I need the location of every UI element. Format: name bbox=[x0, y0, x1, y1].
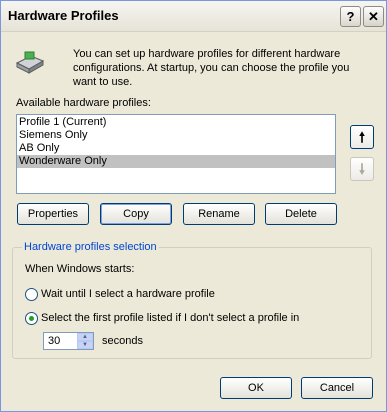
hardware-profiles-dialog: Hardware Profiles ? ✕ You can set up har… bbox=[0, 0, 387, 412]
list-item[interactable]: Siemens Only bbox=[17, 129, 335, 142]
hardware-icon bbox=[15, 51, 45, 74]
list-item[interactable]: AB Only bbox=[17, 142, 335, 155]
rename-button[interactable]: Rename bbox=[183, 203, 255, 225]
timeout-input[interactable]: 30 bbox=[48, 335, 60, 347]
delete-button[interactable]: Delete bbox=[265, 203, 337, 225]
title-bar[interactable]: Hardware Profiles ? ✕ bbox=[1, 1, 386, 32]
profiles-list-label: Available hardware profiles: bbox=[16, 97, 151, 109]
arrow-down-icon: 🠗 bbox=[358, 161, 365, 177]
spinner-buttons: ▲ ▼ bbox=[77, 333, 93, 349]
first-profile-radio[interactable] bbox=[25, 312, 38, 325]
ok-button[interactable]: OK bbox=[220, 377, 292, 399]
cancel-button[interactable]: Cancel bbox=[301, 377, 373, 399]
timeout-spinner[interactable]: 30 ▲ ▼ bbox=[43, 332, 94, 350]
list-item[interactable]: Profile 1 (Current) bbox=[17, 116, 335, 129]
move-up-button[interactable]: 🠕 bbox=[350, 125, 374, 149]
list-item-selected[interactable]: Wonderware Only bbox=[17, 155, 335, 168]
close-button[interactable]: ✕ bbox=[363, 6, 384, 27]
spin-up-icon[interactable]: ▲ bbox=[77, 333, 93, 341]
arrow-up-icon: 🠕 bbox=[358, 129, 365, 145]
intro-text: You can set up hardware profiles for dif… bbox=[73, 48, 350, 88]
window-title: Hardware Profiles bbox=[8, 8, 119, 23]
wait-radio[interactable] bbox=[25, 288, 38, 301]
wait-radio-label[interactable]: Wait until I select a hardware profile bbox=[41, 288, 215, 300]
help-button[interactable]: ? bbox=[340, 6, 361, 27]
profiles-list[interactable]: Profile 1 (Current) Siemens Only AB Only… bbox=[16, 114, 336, 194]
first-profile-radio-label[interactable]: Select the first profile listed if I don… bbox=[41, 312, 299, 324]
when-label: When Windows starts: bbox=[25, 263, 135, 275]
copy-button[interactable]: Copy bbox=[100, 203, 172, 225]
seconds-label: seconds bbox=[102, 335, 143, 347]
properties-button[interactable]: Properties bbox=[17, 203, 89, 225]
move-down-button[interactable]: 🠗 bbox=[350, 157, 374, 181]
selection-group-title: Hardware profiles selection bbox=[22, 241, 159, 253]
spin-down-icon[interactable]: ▼ bbox=[77, 341, 93, 349]
